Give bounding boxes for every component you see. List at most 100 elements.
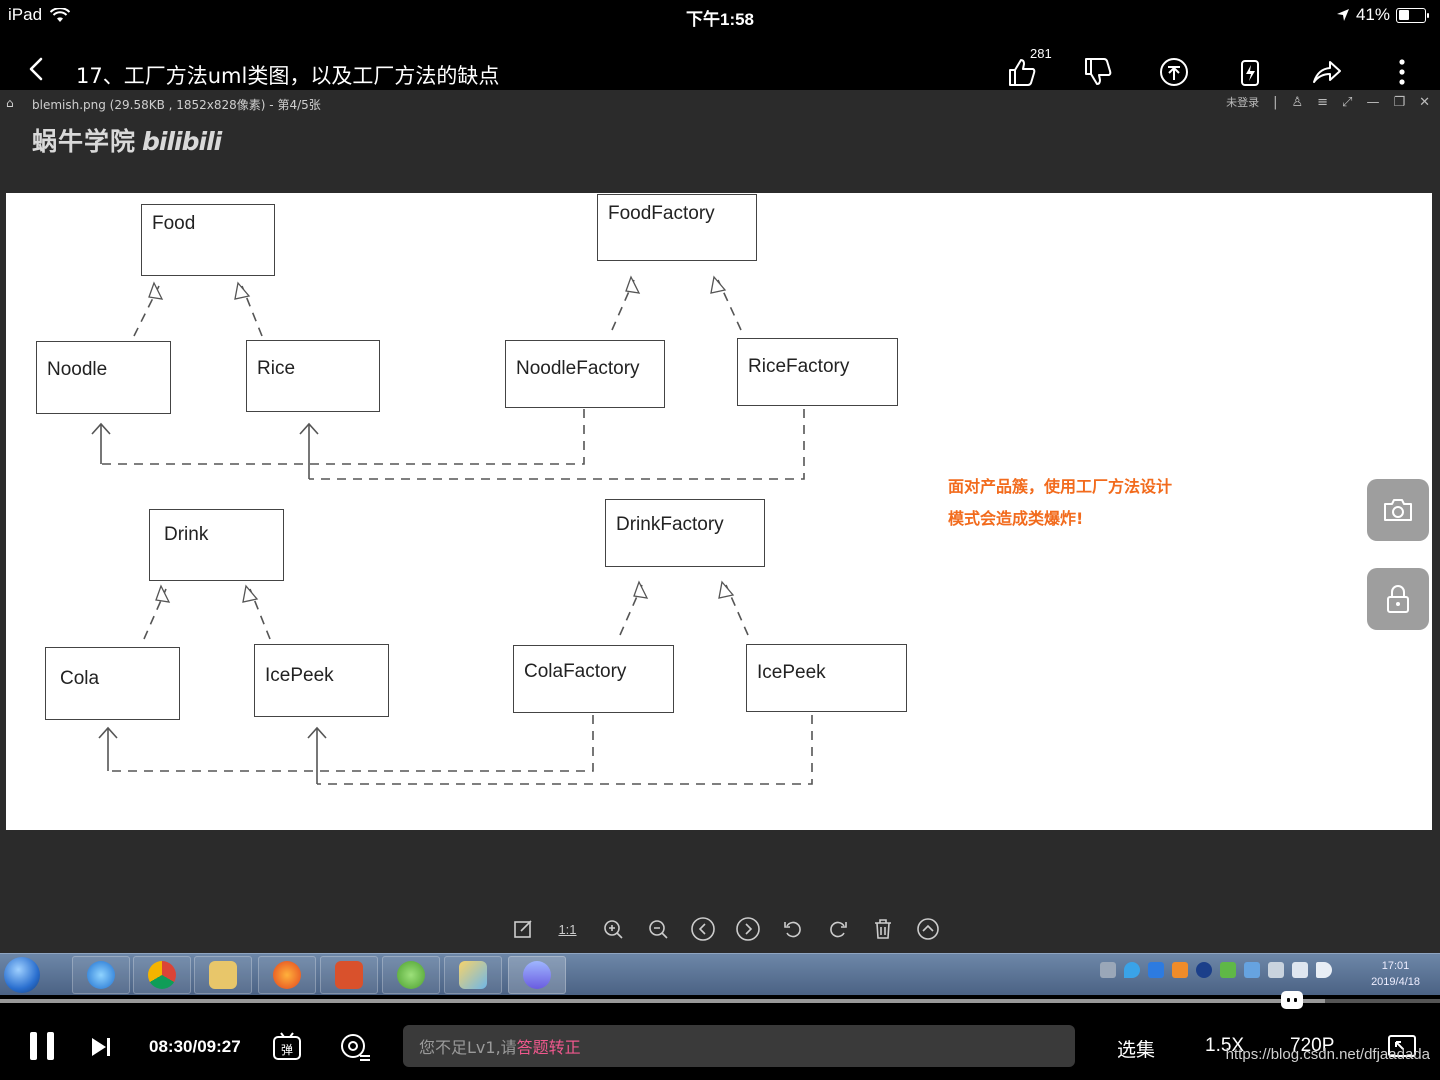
lock-icon <box>1387 585 1409 613</box>
file-explorer-icon[interactable] <box>194 956 252 994</box>
zoom-out-icon[interactable] <box>635 916 680 942</box>
image-viewer-icon: ⌂ <box>6 96 14 110</box>
screenshot-button[interactable] <box>1367 479 1429 541</box>
water-drop-icon[interactable] <box>1124 962 1140 978</box>
uml-class-icepeek: IcePeek <box>254 644 389 717</box>
channel-watermark: 蜗牛学院 bilibili <box>32 122 222 158</box>
minimize-icon[interactable]: — <box>1366 95 1379 110</box>
divider: | <box>1273 94 1278 110</box>
zoom-in-icon[interactable] <box>590 916 635 942</box>
network-icon[interactable] <box>1244 962 1260 978</box>
like-button[interactable] <box>1004 54 1040 90</box>
image-viewer-app-icon[interactable] <box>508 956 566 994</box>
shield-icon[interactable] <box>1148 962 1164 978</box>
usb-icon[interactable] <box>1268 962 1284 978</box>
video-progress-bar[interactable] <box>0 999 1440 1003</box>
annotation-line-2: 模式会造成类爆炸! <box>948 509 1084 528</box>
image-viewer-window-controls: 未登录 | ♙ ≡ ⤢ — ❐ ✕ <box>1226 94 1430 110</box>
close-icon[interactable]: ✕ <box>1419 95 1430 110</box>
tray-app-icon[interactable] <box>1220 962 1236 978</box>
system-tray <box>1100 962 1332 978</box>
playback-time: 08:30/09:27 <box>149 1037 241 1056</box>
status-time: 下午1:58 <box>685 10 755 29</box>
danmaku-input[interactable]: 您不足Lv1,请 答题转正 <box>403 1025 1075 1067</box>
next-episode-icon[interactable] <box>90 1036 112 1058</box>
uml-class-icepeek-factory: IcePeek <box>746 644 907 712</box>
bluetooth-icon[interactable] <box>1196 962 1212 978</box>
image-viewer-title: blemish.png (29.58KB , 1852x828像素) - 第4/… <box>32 98 321 112</box>
app-tray-icon[interactable] <box>1172 962 1188 978</box>
image-viewer-toolbar: 1:1 <box>500 916 950 942</box>
restore-icon[interactable]: ❐ <box>1393 95 1405 110</box>
menu-icon[interactable]: ≡ <box>1317 95 1328 110</box>
coin-icon <box>1160 58 1188 86</box>
camera-icon <box>1384 499 1412 521</box>
uml-diagram: Food FoodFactory Noodle Rice NoodleFacto… <box>6 193 1432 830</box>
paint-icon[interactable] <box>444 956 502 994</box>
dislike-button[interactable] <box>1080 54 1116 90</box>
pause-button[interactable] <box>30 1032 54 1060</box>
uml-class-food: Food <box>141 204 275 276</box>
thumbs-down-icon <box>1085 58 1112 85</box>
firefox-icon[interactable] <box>258 956 316 994</box>
ie-icon[interactable] <box>72 956 130 994</box>
fullscreen-icon[interactable]: ⤢ <box>1342 95 1352 110</box>
actual-size-button[interactable]: 1:1 <box>545 916 590 942</box>
upload-icon[interactable] <box>905 916 950 942</box>
back-icon[interactable] <box>22 54 52 84</box>
uml-class-colafactory: ColaFactory <box>513 645 674 713</box>
annotation-note: 面对产品簇，使用工厂方法设计 模式会造成类爆炸! <box>948 471 1228 535</box>
spring-tool-icon[interactable] <box>382 956 440 994</box>
uml-class-cola: Cola <box>45 647 180 720</box>
battery-percent: 41% <box>1355 5 1390 24</box>
answer-quiz-link[interactable]: 答题转正 <box>517 1034 581 1058</box>
chrome-icon[interactable] <box>133 956 191 994</box>
location-arrow-icon <box>1336 9 1349 21</box>
svg-text:弹: 弹 <box>281 1043 293 1057</box>
uml-class-drinkfactory: DrinkFactory <box>605 499 765 567</box>
danmaku-settings-icon[interactable] <box>338 1030 372 1064</box>
coin-button[interactable] <box>1156 54 1192 90</box>
rotate-left-icon[interactable] <box>770 916 815 942</box>
display-icon[interactable] <box>1292 962 1308 978</box>
clock-date: 2019/4/18 <box>1371 976 1420 988</box>
uml-class-rice: Rice <box>246 340 380 412</box>
watermark-text: 蜗牛学院 <box>32 127 137 156</box>
video-title: 17、工厂方法uml类图，以及工厂方法的缺点 <box>76 64 500 88</box>
annotation-line-1: 面对产品簇，使用工厂方法设计 <box>948 477 1173 496</box>
uml-class-noodle: Noodle <box>36 341 171 414</box>
previous-image-icon[interactable] <box>680 916 725 942</box>
danmaku-placeholder: 您不足Lv1,请 <box>419 1038 517 1057</box>
edit-icon[interactable] <box>500 916 545 942</box>
uml-class-foodfactory: FoodFactory <box>597 194 757 261</box>
video-frame[interactable]: ⌂ blemish.png (29.58KB , 1852x828像素) - 第… <box>0 90 1440 995</box>
danmaku-toggle-icon[interactable]: 弹 <box>271 1030 305 1064</box>
keyboard-icon[interactable] <box>1100 962 1116 978</box>
charge-button[interactable] <box>1232 54 1268 90</box>
rotate-right-icon[interactable] <box>815 916 860 942</box>
uml-class-noodlefactory: NoodleFactory <box>505 340 665 408</box>
powerpoint-icon[interactable] <box>320 956 378 994</box>
share-button[interactable] <box>1308 54 1344 90</box>
taskbar-clock[interactable]: 17:01 2019/4/18 <box>1371 958 1420 990</box>
lock-screen-button[interactable] <box>1367 568 1429 630</box>
windows-taskbar: 17:01 2019/4/18 <box>0 953 1440 995</box>
battery-charge-icon <box>1241 60 1259 86</box>
uml-class-ricefactory: RiceFactory <box>737 338 898 406</box>
windows-start-icon[interactable] <box>4 957 40 993</box>
buffer-fill <box>0 999 1325 1003</box>
thumbs-up-icon <box>1009 59 1036 86</box>
blog-url-watermark: https://blog.csdn.net/dfjaadada <box>1225 1046 1430 1063</box>
skin-icon[interactable]: ♙ <box>1291 95 1303 110</box>
next-image-icon[interactable] <box>725 916 770 942</box>
video-header: 17、工厂方法uml类图，以及工厂方法的缺点 281 <box>0 30 1440 90</box>
progress-knob-icon[interactable] <box>1280 991 1303 1009</box>
volume-icon[interactable] <box>1316 962 1332 978</box>
login-status[interactable]: 未登录 <box>1226 94 1259 110</box>
battery-icon <box>1396 7 1429 23</box>
ios-status-bar: iPad 下午1:58 41% <box>0 0 1440 30</box>
more-vertical-icon <box>1399 59 1405 85</box>
episodes-button[interactable]: 选集 <box>1117 1035 1155 1062</box>
more-button[interactable] <box>1384 54 1420 90</box>
delete-icon[interactable] <box>860 916 905 942</box>
